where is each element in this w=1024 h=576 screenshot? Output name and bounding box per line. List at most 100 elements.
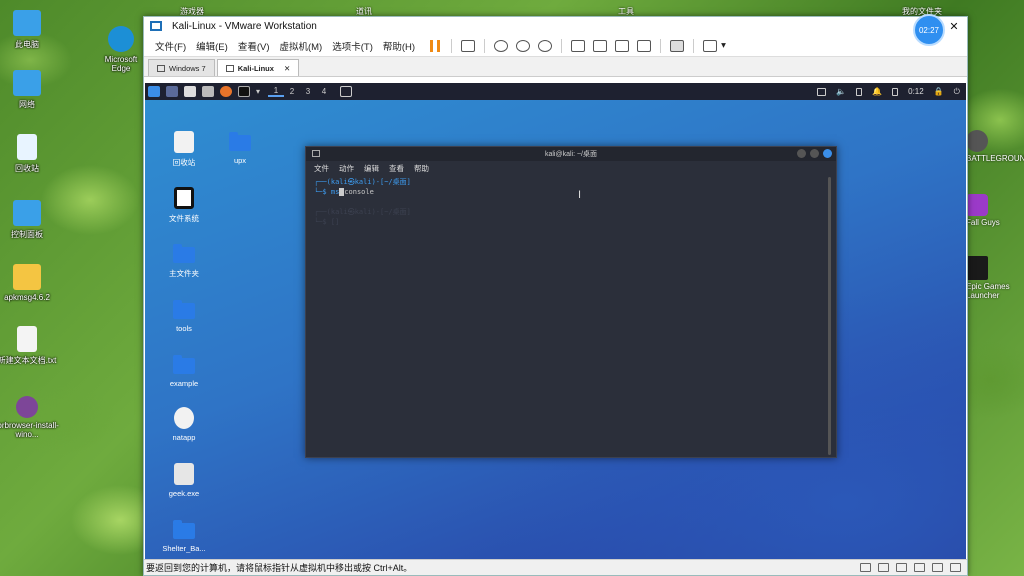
mouse-ibeam-cursor-icon: I: [578, 189, 582, 201]
battery-icon[interactable]: [856, 87, 863, 96]
term-menu-action[interactable]: 动作: [339, 163, 354, 174]
notification-bell-icon[interactable]: 🔔: [872, 87, 882, 96]
workspace-1[interactable]: 1: [268, 86, 285, 97]
host-icon-epic[interactable]: Epic Games Launcher: [966, 256, 1024, 300]
terminal-title: kali@kali: ~/桌面: [544, 151, 598, 158]
cd-icon[interactable]: [878, 563, 889, 572]
kali-icon-natapp[interactable]: natapp: [156, 407, 212, 442]
pause-icon[interactable]: [430, 39, 441, 52]
kali-icon-tools[interactable]: tools: [156, 300, 212, 333]
xfce-top-panel: ▾ 1 2 3 4 🔈 🔔 0:12 🔒 ⏻: [145, 83, 966, 100]
host-icon-pubg[interactable]: BATTLEGROUNDS: [966, 130, 1024, 163]
menu-help[interactable]: 帮助(H): [378, 39, 420, 53]
menu-view[interactable]: 查看(V): [233, 39, 275, 53]
tab-close-icon[interactable]: ✕: [284, 64, 290, 73]
computer-icon: [13, 10, 41, 36]
close-icon[interactable]: [823, 149, 832, 158]
kali-icon-example[interactable]: example: [156, 355, 212, 388]
screen-icon[interactable]: [817, 87, 827, 96]
snapshot-icon[interactable]: [494, 39, 509, 52]
terminal-output[interactable]: ┌──(kali㉿kali)-[~/桌面] └─$ ms console ┌──(…: [306, 175, 836, 229]
host-icon-network[interactable]: 网络: [0, 70, 59, 110]
term-menu-help[interactable]: 帮助: [414, 163, 429, 174]
terminal-command-line: └─$ ms console: [314, 188, 374, 196]
kali-menu-icon[interactable]: [148, 86, 160, 97]
host-icon-recycle-bin[interactable]: 回收站: [0, 134, 59, 174]
epic-games-icon: [966, 256, 988, 280]
power-indicator-icon[interactable]: [892, 87, 899, 96]
kali-icon-filesystem[interactable]: 文件系统: [156, 187, 212, 224]
window-button-terminal-icon[interactable]: [340, 86, 353, 97]
window-title: Kali-Linux - VMware Workstation: [172, 20, 317, 32]
snapshot-manager-icon[interactable]: [538, 39, 553, 52]
drive-icon: [174, 187, 194, 209]
term-menu-edit[interactable]: 编辑: [364, 163, 379, 174]
workspace-4[interactable]: 4: [316, 87, 332, 96]
revert-snapshot-icon[interactable]: [516, 39, 531, 52]
host-icon-fall-guys[interactable]: Fall Guys: [966, 194, 1024, 227]
firefox-icon[interactable]: [220, 86, 232, 97]
chevron-down-icon[interactable]: ▾: [721, 40, 726, 51]
ghost-command: └─$ []: [314, 218, 340, 226]
workspace-3[interactable]: 3: [300, 87, 316, 96]
ghost-prompt: ┌──(kali㉿kali)-[~/桌面]: [314, 208, 411, 216]
recording-timer[interactable]: 02:27: [913, 14, 945, 46]
usb-icon[interactable]: [914, 563, 925, 572]
edge-icon: [108, 26, 134, 52]
vmware-window: Kali-Linux - VMware Workstation ✕ 文件(F) …: [143, 16, 968, 576]
chevron-down-icon[interactable]: ▾: [256, 87, 260, 96]
fall-guys-icon: [966, 194, 988, 216]
minimize-icon[interactable]: [797, 149, 806, 158]
menu-tabs[interactable]: 选项卡(T): [327, 39, 378, 53]
menu-vm[interactable]: 虚拟机(M): [274, 39, 327, 53]
console-view-icon[interactable]: [670, 39, 685, 52]
sound-icon[interactable]: [932, 563, 943, 572]
network-icon: [13, 70, 41, 96]
show-desktop-icon[interactable]: [166, 86, 178, 97]
network-adapter-icon[interactable]: [896, 563, 907, 572]
host-icon-this-pc[interactable]: 此电脑: [0, 10, 59, 50]
hdd-icon[interactable]: [860, 563, 871, 572]
tab-windows7[interactable]: Windows 7: [148, 59, 215, 76]
volume-icon[interactable]: 🔈: [836, 87, 846, 96]
send-ctrl-alt-del-icon[interactable]: [461, 39, 476, 52]
thumbnail-icon[interactable]: [593, 39, 608, 52]
kali-guest-screen[interactable]: ▾ 1 2 3 4 🔈 🔔 0:12 🔒 ⏻ 回收站 upx 文件系统 主文件夹…: [145, 83, 966, 560]
menu-file[interactable]: 文件(F): [150, 39, 191, 53]
menu-edit[interactable]: 编辑(E): [191, 39, 233, 53]
terminal-icon[interactable]: [238, 86, 250, 97]
file-manager-icon[interactable]: [184, 86, 196, 97]
lock-icon[interactable]: 🔒: [934, 87, 944, 96]
tor-icon: [16, 396, 38, 418]
kali-icon-home[interactable]: 主文件夹: [156, 244, 212, 279]
terminal-titlebar[interactable]: kali@kali: ~/桌面: [306, 147, 836, 161]
host-icon-apkmsg[interactable]: apkmsg4.6.2: [0, 264, 59, 302]
vmware-menubar: 文件(F) 编辑(E) 查看(V) 虚拟机(M) 选项卡(T) 帮助(H) ▾: [144, 35, 967, 57]
host-icon-control-panel[interactable]: 控制面板: [0, 200, 59, 240]
tab-kali-linux[interactable]: Kali-Linux ✕: [216, 59, 300, 76]
fullscreen-icon[interactable]: [615, 39, 630, 52]
kali-icon-upx[interactable]: upx: [212, 132, 268, 165]
kali-icon-trash[interactable]: 回收站: [156, 131, 212, 168]
host-icon-text-file[interactable]: 新建文本文档.txt: [0, 326, 59, 366]
panel-clock[interactable]: 0:12: [908, 87, 924, 96]
display-icon[interactable]: [950, 563, 961, 572]
host-icon-edge[interactable]: Microsoft Edge: [96, 26, 146, 73]
maximize-icon[interactable]: [810, 149, 819, 158]
library-icon[interactable]: [571, 39, 586, 52]
terminal-window[interactable]: kali@kali: ~/桌面 文件 动作 编辑 查看 帮助 ┌──(kali㉿…: [305, 146, 837, 458]
logout-icon[interactable]: ⏻: [954, 87, 960, 97]
terminal-scrollbar[interactable]: [828, 177, 831, 455]
kali-icon-geek[interactable]: geek.exe: [156, 463, 212, 498]
vmware-titlebar[interactable]: Kali-Linux - VMware Workstation ✕: [144, 17, 967, 35]
workspace-2[interactable]: 2: [284, 87, 300, 96]
terminal-prompt: ┌──(kali㉿kali)-[~/桌面]: [314, 178, 411, 186]
host-icon-torbrowser[interactable]: torbrowser-install-wino...: [0, 396, 59, 439]
term-menu-view[interactable]: 查看: [389, 163, 404, 174]
stretch-icon[interactable]: [703, 39, 718, 52]
unity-icon[interactable]: [637, 39, 652, 52]
term-menu-file[interactable]: 文件: [314, 163, 329, 174]
text-editor-icon[interactable]: [202, 86, 214, 97]
kali-icon-shelter[interactable]: Shelter_Ba...: [156, 520, 212, 553]
trash-icon: [174, 131, 194, 153]
